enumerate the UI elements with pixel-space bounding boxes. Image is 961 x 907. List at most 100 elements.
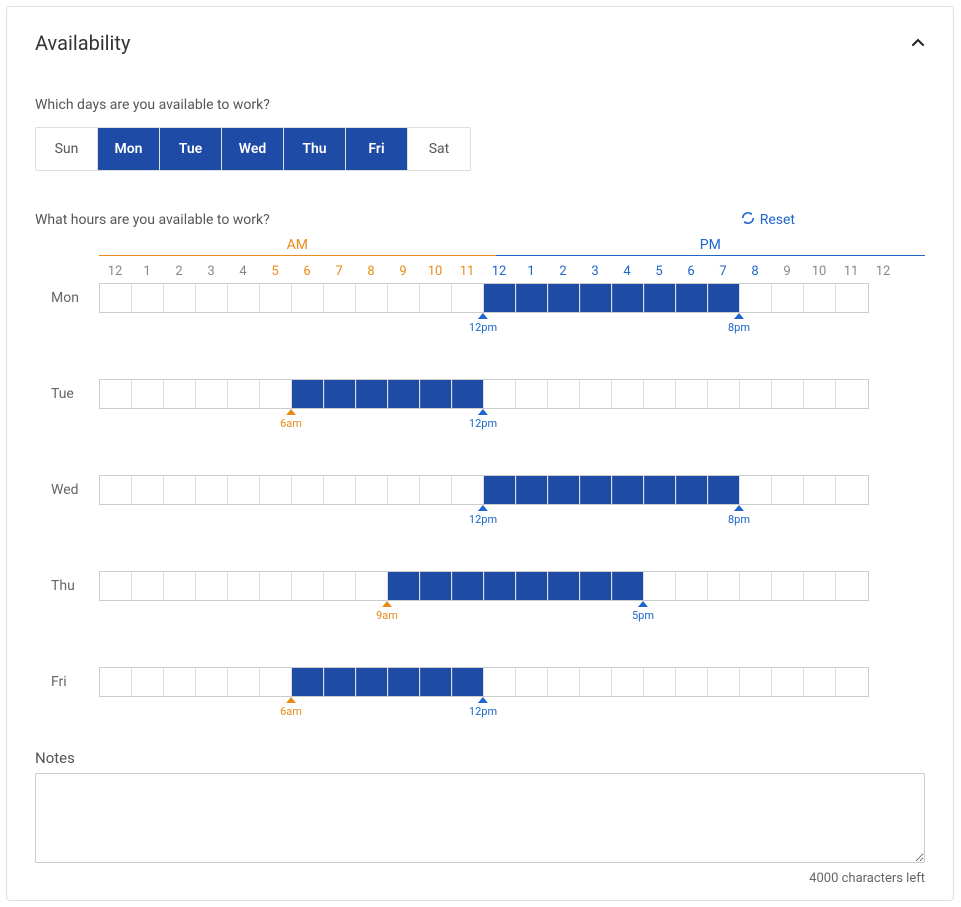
- time-slider[interactable]: [99, 379, 869, 409]
- time-cell[interactable]: [228, 668, 260, 696]
- day-button-sat[interactable]: Sat: [408, 128, 470, 170]
- time-cell[interactable]: [164, 380, 196, 408]
- time-cell[interactable]: [740, 668, 772, 696]
- time-cell[interactable]: [324, 284, 356, 312]
- time-cell[interactable]: [580, 572, 612, 600]
- time-cell[interactable]: [388, 668, 420, 696]
- time-cell[interactable]: [612, 572, 644, 600]
- slider-handle-end[interactable]: 5pm: [632, 601, 654, 622]
- time-cell[interactable]: [420, 668, 452, 696]
- time-cell[interactable]: [612, 476, 644, 504]
- slider-handle-start[interactable]: 6am: [280, 409, 302, 430]
- time-cell[interactable]: [772, 668, 804, 696]
- time-cell[interactable]: [580, 380, 612, 408]
- time-cell[interactable]: [804, 572, 836, 600]
- time-cell[interactable]: [516, 380, 548, 408]
- time-cell[interactable]: [708, 284, 740, 312]
- time-cell[interactable]: [228, 572, 260, 600]
- time-cell[interactable]: [292, 668, 324, 696]
- time-cell[interactable]: [516, 476, 548, 504]
- time-cell[interactable]: [644, 476, 676, 504]
- time-cell[interactable]: [292, 380, 324, 408]
- time-cell[interactable]: [548, 476, 580, 504]
- time-cell[interactable]: [132, 668, 164, 696]
- time-cell[interactable]: [644, 572, 676, 600]
- time-cell[interactable]: [548, 284, 580, 312]
- time-cell[interactable]: [164, 284, 196, 312]
- slider-handle-start[interactable]: 6am: [280, 697, 302, 718]
- notes-textarea[interactable]: [35, 773, 925, 863]
- time-cell[interactable]: [580, 284, 612, 312]
- time-cell[interactable]: [228, 380, 260, 408]
- time-cell[interactable]: [452, 668, 484, 696]
- time-cell[interactable]: [708, 380, 740, 408]
- time-cell[interactable]: [772, 476, 804, 504]
- time-cell[interactable]: [708, 572, 740, 600]
- time-cell[interactable]: [740, 572, 772, 600]
- time-cell[interactable]: [420, 572, 452, 600]
- time-cell[interactable]: [708, 668, 740, 696]
- slider-handle-end[interactable]: 12pm: [469, 409, 497, 430]
- time-cell[interactable]: [644, 380, 676, 408]
- day-button-tue[interactable]: Tue: [160, 128, 222, 170]
- time-cell[interactable]: [676, 668, 708, 696]
- time-cell[interactable]: [484, 284, 516, 312]
- time-cell[interactable]: [260, 284, 292, 312]
- time-cell[interactable]: [100, 668, 132, 696]
- time-cell[interactable]: [548, 572, 580, 600]
- time-cell[interactable]: [356, 476, 388, 504]
- time-cell[interactable]: [420, 284, 452, 312]
- time-cell[interactable]: [740, 284, 772, 312]
- time-cell[interactable]: [196, 476, 228, 504]
- time-cell[interactable]: [484, 380, 516, 408]
- time-cell[interactable]: [132, 284, 164, 312]
- time-cell[interactable]: [356, 380, 388, 408]
- time-cell[interactable]: [164, 668, 196, 696]
- collapse-icon[interactable]: [911, 36, 925, 50]
- reset-button[interactable]: Reset: [741, 211, 795, 229]
- time-cell[interactable]: [580, 476, 612, 504]
- time-cell[interactable]: [356, 284, 388, 312]
- time-cell[interactable]: [356, 668, 388, 696]
- time-slider[interactable]: [99, 571, 869, 601]
- time-cell[interactable]: [772, 380, 804, 408]
- time-cell[interactable]: [740, 476, 772, 504]
- time-cell[interactable]: [804, 284, 836, 312]
- time-slider[interactable]: [99, 667, 869, 697]
- time-cell[interactable]: [676, 284, 708, 312]
- time-cell[interactable]: [388, 284, 420, 312]
- time-cell[interactable]: [228, 284, 260, 312]
- time-cell[interactable]: [484, 668, 516, 696]
- time-cell[interactable]: [452, 476, 484, 504]
- time-cell[interactable]: [292, 476, 324, 504]
- time-cell[interactable]: [676, 572, 708, 600]
- time-cell[interactable]: [772, 284, 804, 312]
- time-cell[interactable]: [356, 572, 388, 600]
- time-cell[interactable]: [196, 380, 228, 408]
- time-cell[interactable]: [708, 476, 740, 504]
- slider-handle-start[interactable]: 9am: [376, 601, 398, 622]
- time-cell[interactable]: [132, 476, 164, 504]
- time-cell[interactable]: [548, 380, 580, 408]
- time-cell[interactable]: [260, 380, 292, 408]
- time-cell[interactable]: [804, 476, 836, 504]
- time-cell[interactable]: [452, 380, 484, 408]
- time-cell[interactable]: [836, 572, 868, 600]
- slider-handle-start[interactable]: 12pm: [469, 313, 497, 334]
- day-button-fri[interactable]: Fri: [346, 128, 408, 170]
- time-cell[interactable]: [452, 284, 484, 312]
- time-cell[interactable]: [100, 476, 132, 504]
- time-cell[interactable]: [580, 668, 612, 696]
- time-cell[interactable]: [452, 572, 484, 600]
- time-cell[interactable]: [804, 668, 836, 696]
- time-slider[interactable]: [99, 475, 869, 505]
- time-cell[interactable]: [324, 476, 356, 504]
- time-cell[interactable]: [324, 668, 356, 696]
- time-cell[interactable]: [196, 668, 228, 696]
- slider-handle-start[interactable]: 12pm: [469, 505, 497, 526]
- slider-handle-end[interactable]: 8pm: [728, 505, 750, 526]
- time-cell[interactable]: [132, 380, 164, 408]
- time-cell[interactable]: [676, 476, 708, 504]
- time-cell[interactable]: [836, 284, 868, 312]
- time-cell[interactable]: [292, 284, 324, 312]
